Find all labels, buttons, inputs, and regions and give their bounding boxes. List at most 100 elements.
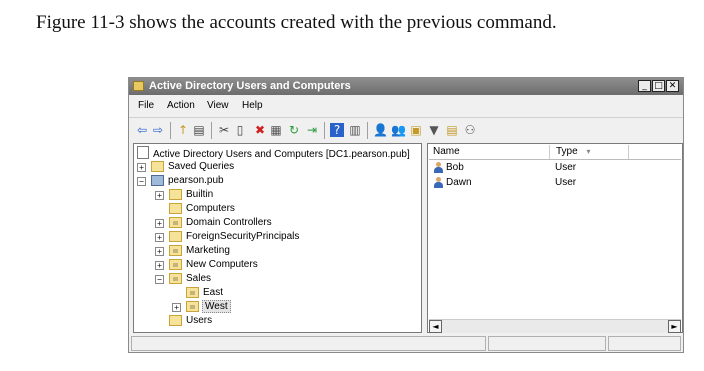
properties-icon[interactable]: ▦ bbox=[269, 123, 283, 137]
tree-item-label-selected: West bbox=[202, 300, 231, 313]
delete-icon[interactable]: ✖ bbox=[253, 123, 267, 137]
list-item[interactable]: Dawn User bbox=[432, 176, 672, 190]
item-type: User bbox=[555, 162, 577, 173]
tree-item-domain-controllers[interactable]: + Domain Controllers bbox=[155, 216, 295, 230]
tree-item-users[interactable]: Users bbox=[155, 314, 275, 328]
horizontal-scrollbar[interactable]: ◄ ► bbox=[429, 319, 681, 333]
maximize-button[interactable]: □ bbox=[652, 80, 665, 92]
status-panel bbox=[131, 336, 486, 351]
menu-file[interactable]: File bbox=[138, 100, 154, 111]
folder-icon bbox=[151, 161, 164, 172]
column-header-type[interactable]: Type ▾ bbox=[551, 145, 629, 159]
expand-icon[interactable]: + bbox=[155, 233, 164, 242]
minimize-button[interactable]: _ bbox=[638, 80, 651, 92]
tree-item-west[interactable]: + West bbox=[172, 300, 292, 314]
create-ou-icon[interactable]: ▣ bbox=[409, 123, 423, 137]
add-to-group-icon[interactable]: ⚇ bbox=[463, 123, 477, 137]
tree-item-label: Computers bbox=[186, 203, 235, 214]
collapse-icon[interactable]: − bbox=[155, 275, 164, 284]
filter-icon[interactable]: ▼ bbox=[427, 123, 441, 137]
ou-icon bbox=[169, 273, 182, 284]
tree-item-label: Marketing bbox=[186, 245, 230, 256]
expand-icon[interactable]: + bbox=[155, 261, 164, 270]
tree-item-label: Builtin bbox=[186, 189, 214, 200]
create-group-icon[interactable]: 👥 bbox=[391, 123, 406, 137]
tree-item-label: Saved Queries bbox=[168, 161, 235, 172]
tree-item-new-computers[interactable]: + New Computers bbox=[155, 258, 275, 272]
console-icon bbox=[137, 146, 149, 159]
item-name: Dawn bbox=[446, 177, 472, 188]
status-bar bbox=[129, 336, 683, 352]
tree-item-builtin[interactable]: + Builtin bbox=[155, 188, 275, 202]
status-panel bbox=[488, 336, 606, 351]
expand-icon[interactable]: + bbox=[155, 191, 164, 200]
domain-icon bbox=[151, 175, 164, 186]
tree-item-sales[interactable]: − Sales bbox=[155, 272, 275, 286]
column-header-name[interactable]: Name bbox=[429, 145, 550, 159]
toolbar-separator bbox=[324, 122, 325, 139]
folder-icon bbox=[169, 315, 182, 326]
expand-icon[interactable]: + bbox=[172, 303, 181, 312]
back-arrow-icon[interactable]: ⇦ bbox=[135, 123, 149, 137]
folder-icon bbox=[169, 203, 182, 214]
expand-icon[interactable]: + bbox=[155, 247, 164, 256]
toolbar-separator bbox=[211, 122, 212, 139]
export-icon[interactable]: ⇥ bbox=[305, 123, 319, 137]
close-button[interactable]: ✕ bbox=[666, 80, 679, 92]
collapse-icon[interactable]: − bbox=[137, 177, 146, 186]
expand-icon[interactable]: + bbox=[155, 219, 164, 228]
view-icon[interactable]: ▥ bbox=[348, 123, 362, 137]
item-type: User bbox=[555, 177, 577, 188]
console-tree-pane[interactable]: Active Directory Users and Computers [DC… bbox=[133, 143, 422, 333]
window-title: Active Directory Users and Computers bbox=[149, 80, 351, 92]
show-hide-tree-icon[interactable]: ▤ bbox=[192, 123, 206, 137]
scroll-left-button[interactable]: ◄ bbox=[429, 320, 442, 333]
menu-bar: File Action View Help bbox=[129, 96, 683, 115]
tree-item-saved-queries[interactable]: + Saved Queries bbox=[137, 160, 257, 174]
tree-item-label: pearson.pub bbox=[168, 175, 224, 186]
folder-icon bbox=[169, 189, 182, 200]
toolbar-separator bbox=[367, 122, 368, 139]
tree-root[interactable]: Active Directory Users and Computers [DC… bbox=[137, 146, 410, 160]
menu-action[interactable]: Action bbox=[167, 100, 195, 111]
forward-arrow-icon[interactable]: ⇨ bbox=[151, 123, 165, 137]
cut-icon[interactable]: ✂ bbox=[217, 123, 231, 137]
tree-item-label: New Computers bbox=[186, 259, 258, 270]
toolbar-separator bbox=[170, 122, 171, 139]
up-folder-icon[interactable]: ↑ bbox=[176, 123, 190, 137]
menu-view[interactable]: View bbox=[207, 100, 229, 111]
aduc-app-icon bbox=[133, 81, 144, 91]
details-pane[interactable]: Name Type ▾ Bob User Dawn User ◄ ► bbox=[427, 143, 683, 333]
toolbar: ⇦ ⇨ ↑ ▤ ✂ ▯ ✖ ▦ ↻ ⇥ ? ▥ 👤 👥 ▣ ▼ ▤ ⚇ bbox=[129, 117, 683, 142]
tree-item-marketing[interactable]: + Marketing bbox=[155, 244, 275, 258]
ou-icon bbox=[169, 245, 182, 256]
help-icon[interactable]: ? bbox=[330, 123, 344, 137]
ou-icon bbox=[186, 301, 199, 312]
copy-icon[interactable]: ▯ bbox=[233, 123, 247, 137]
create-user-icon[interactable]: 👤 bbox=[373, 123, 388, 137]
figure-caption: Figure 11-3 shows the accounts created w… bbox=[36, 12, 557, 33]
tree-root-label: Active Directory Users and Computers [DC… bbox=[153, 149, 410, 160]
tree-item-label: ForeignSecurityPrincipals bbox=[186, 231, 300, 242]
expand-icon[interactable]: + bbox=[137, 163, 146, 172]
tree-item-foreign-security-principals[interactable]: + ForeignSecurityPrincipals bbox=[155, 230, 315, 244]
tree-item-label: East bbox=[203, 287, 224, 298]
tree-item-label: Domain Controllers bbox=[186, 217, 272, 228]
ou-icon bbox=[169, 217, 182, 228]
status-panel bbox=[608, 336, 681, 351]
user-icon bbox=[434, 162, 443, 173]
aduc-window: Active Directory Users and Computers _ □… bbox=[128, 77, 684, 353]
ou-icon bbox=[169, 259, 182, 270]
refresh-icon[interactable]: ↻ bbox=[287, 123, 301, 137]
column-header-type-label: Type bbox=[556, 146, 578, 157]
scroll-right-button[interactable]: ► bbox=[668, 320, 681, 333]
sort-arrow-icon: ▾ bbox=[586, 147, 591, 156]
title-bar[interactable]: Active Directory Users and Computers _ □… bbox=[129, 78, 683, 95]
tree-item-east[interactable]: East bbox=[172, 286, 292, 300]
list-item[interactable]: Bob User bbox=[432, 161, 672, 175]
tree-item-pearson-pub[interactable]: − pearson.pub bbox=[137, 174, 257, 188]
find-icon[interactable]: ▤ bbox=[445, 123, 459, 137]
user-icon bbox=[434, 177, 443, 188]
menu-help[interactable]: Help bbox=[242, 100, 263, 111]
tree-item-computers[interactable]: Computers bbox=[155, 202, 275, 216]
